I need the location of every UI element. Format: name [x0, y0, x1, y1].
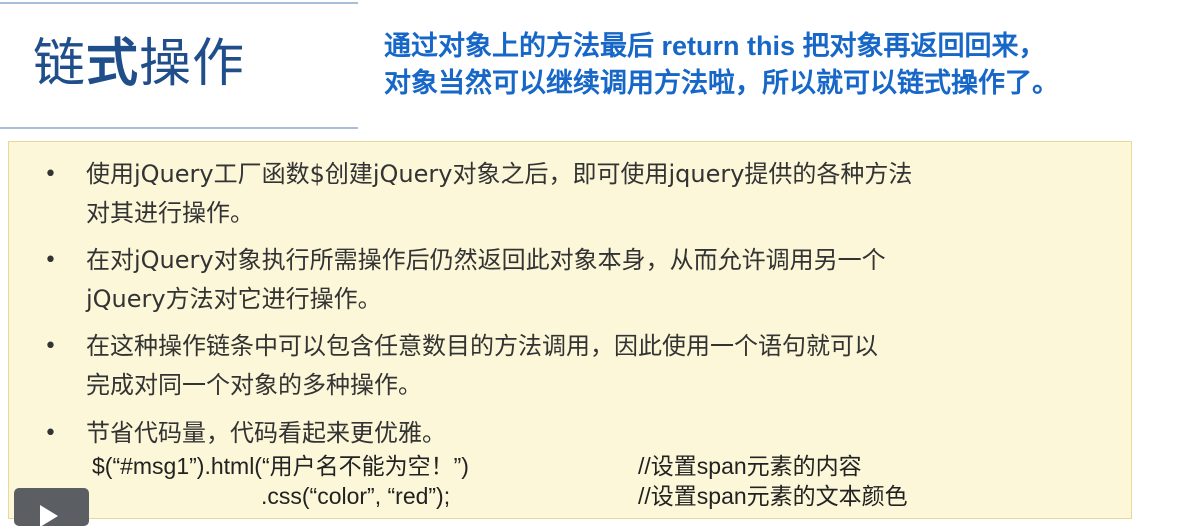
slide-title-part3: 操作 [139, 34, 246, 94]
bullet-line: 使用jQuery工厂函数$创建jQuery对象之后，即可使用jquery提供的各… [86, 160, 913, 188]
code-line-1: $(“#msg1”).html(“用户名不能为空！”) [92, 453, 469, 479]
bullet-marker: • [44, 334, 57, 359]
content-box: • 使用jQuery工厂函数$创建jQuery对象之后，即可使用jquery提供… [8, 141, 1132, 519]
bullet-text: 在这种操作链条中可以包含任意数目的方法调用，因此使用一个语句就可以 完成对同一个… [86, 327, 1096, 405]
slide-title: 链式操作 [33, 28, 245, 100]
bullet-line: 在这种操作链条中可以包含任意数目的方法调用，因此使用一个语句就可以 [86, 332, 878, 360]
code-comment-1: //设置span元素的内容 [638, 453, 862, 479]
code-line-2: .css(“color”, “red”); [261, 483, 451, 509]
play-icon [40, 505, 58, 527]
subtitle-line-1: 通过对象上的方法最后 return this 把对象再返回回来， [384, 31, 1046, 61]
bullet-marker: • [44, 421, 57, 446]
code-comment-2: //设置span元素的文本颜色 [638, 483, 908, 509]
slide-title-part1: 链 [33, 34, 87, 94]
slide-subtitle: 通过对象上的方法最后 return this 把对象再返回回来， 对象当然可以继… [384, 28, 1059, 102]
bullet-line: 节省代码量，代码看起来更优雅。 [86, 419, 446, 447]
subtitle-line-2: 对象当然可以继续调用方法啦，所以就可以链式操作了。 [384, 68, 1059, 98]
bullet-marker: • [44, 162, 57, 187]
title-rule-bottom [0, 127, 358, 129]
bullet-text: 在对jQuery对象执行所需操作后仍然返回此对象本身，从而允许调用另一个 jQu… [86, 241, 1096, 319]
bullet-marker: • [44, 248, 57, 273]
bullet-line: jQuery方法对它进行操作。 [86, 285, 382, 313]
title-rule-top [0, 2, 358, 4]
play-button[interactable] [14, 488, 89, 527]
bullet-text: 使用jQuery工厂函数$创建jQuery对象之后，即可使用jquery提供的各… [86, 155, 1096, 233]
bullet-line: 完成对同一个对象的多种操作。 [86, 371, 422, 399]
bullet-line: 对其进行操作。 [86, 199, 254, 227]
bullet-line: 在对jQuery对象执行所需操作后仍然返回此对象本身，从而允许调用另一个 [86, 246, 886, 274]
slide-title-part2: 式 [86, 33, 140, 94]
bullet-text: 节省代码量，代码看起来更优雅。 [86, 414, 1096, 453]
